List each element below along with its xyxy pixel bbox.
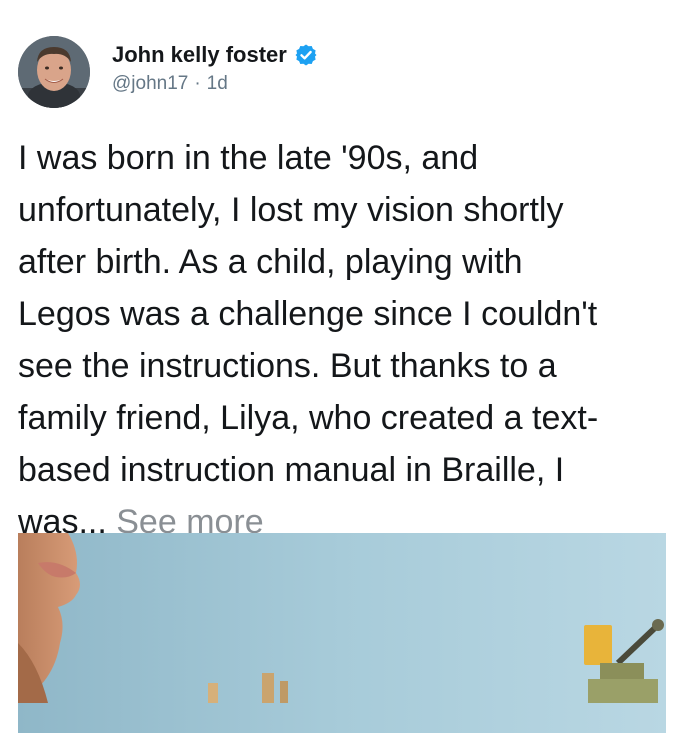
handle-row: @john17 · 1d — [112, 73, 318, 95]
tweet-media-image[interactable] — [18, 533, 666, 733]
separator-dot: · — [194, 73, 201, 94]
display-name[interactable]: John kelly foster — [112, 42, 287, 68]
author-meta: John kelly foster @john17 · 1d — [112, 36, 318, 95]
tweet-body: I was born in the late '90s, and unfortu… — [18, 132, 690, 548]
avatar[interactable] — [18, 36, 90, 108]
tweet-header: John kelly foster @john17 · 1d — [18, 36, 318, 112]
author-handle[interactable]: @john17 — [112, 73, 188, 95]
avatar-photo — [18, 36, 90, 108]
tweet-text: I was born in the late '90s, and unfortu… — [18, 139, 599, 541]
verified-badge-icon — [294, 43, 318, 67]
name-row: John kelly foster — [112, 41, 318, 69]
timestamp[interactable]: 1d — [207, 73, 228, 95]
media-photo — [18, 533, 666, 733]
tweet-card: John kelly foster @john17 · 1d I was bor… — [0, 0, 700, 733]
